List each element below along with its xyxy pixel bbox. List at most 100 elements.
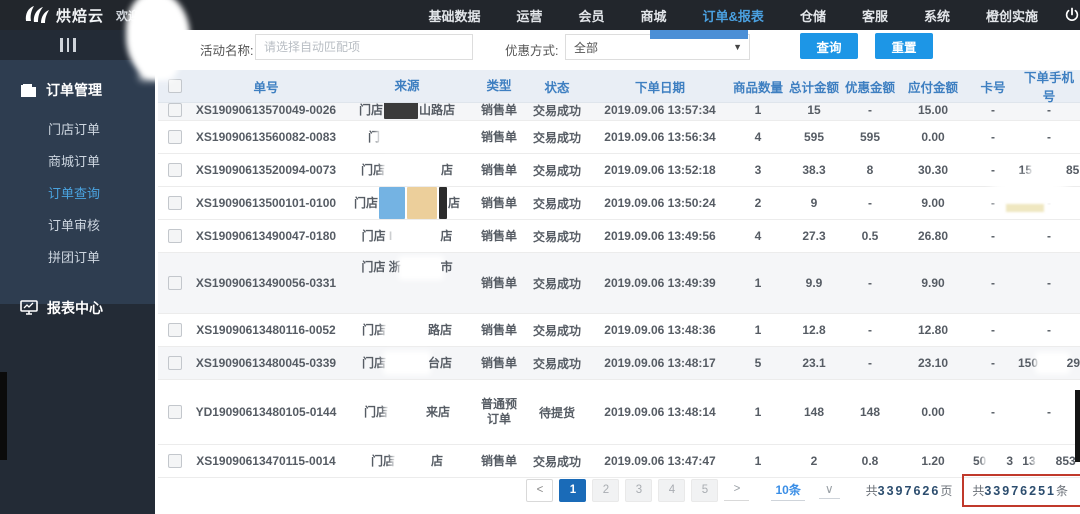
table-row[interactable]: XS19090613520094-0073 门店店 销售单 交易成功 2019.… — [158, 154, 1080, 187]
cell-source: 门店 I店 — [361, 228, 453, 244]
redaction-blob-username-lower — [140, 40, 174, 80]
select-all-checkbox[interactable] — [168, 79, 182, 93]
cell-status: 交易成功 — [532, 130, 581, 145]
redaction-block — [381, 129, 445, 145]
page-size-caret-icon[interactable]: ∨ — [818, 482, 840, 499]
cell-quantity: 1 — [754, 276, 762, 290]
reset-button[interactable]: 重置 — [875, 33, 933, 59]
sidebar: 订单管理 门店订单 商城订单 订单查询 订单审核 拼团订单 报表中心 — [0, 30, 155, 514]
table-row[interactable]: XS19090613570049-0026 门店 山路店 销售单 交易成功 201… — [158, 103, 1080, 121]
page-number-button[interactable]: 4 — [658, 478, 686, 502]
sidebar-section-report-center[interactable]: 报表中心 — [0, 288, 155, 328]
sidebar-item[interactable]: 商城订单 — [0, 146, 155, 178]
topnav-item[interactable]: 客服 — [862, 6, 888, 25]
topnav-item[interactable]: 会员 — [579, 6, 605, 25]
row-checkbox[interactable] — [168, 454, 182, 468]
select-caret-icon: ▼ — [733, 42, 742, 52]
cell-payable-amount: 26.80 — [917, 229, 949, 243]
cell-type: 销售单 — [480, 322, 517, 337]
cell-phone: - — [1047, 103, 1051, 117]
table-header-row: 单号 来源 类型 状态 下单日期 商品数量 总计金额 优惠金额 应付金额 卡号 下单手机号 — [158, 70, 1080, 104]
cell-card-no: - — [991, 323, 995, 337]
table-row[interactable]: XS19090613480045-0339 门店 台店 销售单 交易成功 201… — [158, 347, 1080, 380]
activity-name-input[interactable] — [255, 34, 473, 60]
redaction-smudge — [1006, 204, 1044, 212]
cell-card-no: - — [991, 356, 995, 370]
cell-source: 门店 浙市 — [361, 260, 453, 276]
page-number-button[interactable]: 3 — [625, 478, 653, 502]
row-checkbox[interactable] — [168, 356, 182, 370]
cell-payable-amount: 30.30 — [917, 163, 949, 177]
cell-source: 门店 台店 — [361, 355, 453, 371]
row-checkbox[interactable] — [168, 323, 182, 337]
table-row[interactable]: YD19090613480105-0144 门店 来店 普通预订单 待提货 20… — [158, 380, 1080, 445]
row-checkbox[interactable] — [168, 103, 182, 117]
row-checkbox[interactable] — [168, 130, 182, 144]
sidebar-section-order-management[interactable]: 订单管理 — [0, 60, 155, 106]
cell-discount-amount: 148 — [859, 405, 881, 419]
logout-power-icon[interactable] — [1064, 7, 1080, 23]
cell-phone: - — [1047, 323, 1051, 337]
redaction-bar-left — [0, 372, 7, 460]
cell-order-no: XS19090613480045-0339 — [195, 356, 337, 370]
topnav-item[interactable]: 仓储 — [800, 6, 826, 25]
cell-order-no: XS19090613480116-0052 — [196, 323, 336, 337]
cell-payable-amount: 12.80 — [917, 323, 949, 337]
cell-status: 交易成功 — [532, 103, 581, 118]
cell-payable-amount: 15.00 — [917, 103, 949, 117]
page-buttons: <1 2 3 4 5 > — [526, 478, 750, 502]
total-items-annotated: 共33976251条 — [962, 473, 1080, 507]
row-checkbox[interactable] — [168, 229, 182, 243]
query-button[interactable]: 查询 — [800, 33, 858, 59]
row-checkbox[interactable] — [168, 196, 182, 210]
row-checkbox[interactable] — [168, 276, 182, 290]
cell-phone: 150 29 — [1018, 356, 1080, 370]
page-number-button[interactable]: 2 — [592, 478, 620, 502]
sidebar-item[interactable]: 拼团订单 — [0, 242, 155, 274]
prev-page-button[interactable]: < — [526, 478, 554, 502]
brand-name: 烘焙云 — [56, 7, 105, 25]
next-page-button[interactable]: > — [724, 479, 750, 501]
topnav-item[interactable]: 基础数据 — [428, 6, 480, 25]
row-checkbox[interactable] — [168, 163, 182, 177]
table-row[interactable]: XS19090613500101-0100 门店店 销售单 交易成功 2019.… — [158, 187, 1080, 220]
table-row[interactable]: XS19090613490056-0331 门店 浙市 销售单 交易成功 201… — [158, 253, 1080, 314]
table-row[interactable]: XS19090613490047-0180 门店 I店 销售单 交易成功 201… — [158, 220, 1080, 253]
cell-quantity: 1 — [754, 103, 762, 117]
pagination-bar: <1 2 3 4 5 > 10条 ∨ 共3397626页 共33976251条 — [155, 470, 1080, 510]
cell-status: 交易成功 — [532, 163, 581, 178]
cell-discount-amount: 8 — [866, 163, 874, 177]
page-number-button[interactable]: 5 — [691, 478, 719, 502]
topnav-item[interactable]: 商城 — [641, 6, 667, 25]
scrollbar-thumb[interactable] — [1075, 390, 1080, 462]
cell-quantity: 4 — [754, 229, 762, 243]
table-row[interactable]: XS19090613560082-0083 门 销售单 交易成功 2019.09… — [158, 121, 1080, 154]
cell-discount-amount: 0.5 — [861, 229, 879, 243]
page-size-dropdown[interactable]: 10条 — [771, 479, 805, 501]
redaction-block — [439, 187, 447, 219]
topnav-item[interactable]: 橙创实施 — [986, 6, 1038, 25]
column-header: 状态 — [544, 80, 570, 95]
row-checkbox[interactable] — [168, 405, 182, 419]
sidebar-item[interactable]: 订单查询 — [0, 178, 155, 210]
redaction-block — [987, 454, 1006, 468]
cell-order-date: 2019.09.06 13:57:34 — [604, 103, 716, 117]
topnav-item[interactable]: 系统 — [924, 6, 950, 25]
redaction-block — [386, 162, 440, 178]
cell-phone: - — [1047, 229, 1051, 243]
sidebar-item[interactable]: 门店订单 — [0, 114, 155, 146]
topnav-item[interactable]: 运营 — [517, 6, 543, 25]
cell-discount-amount: - — [868, 323, 872, 337]
table-row[interactable]: XS19090613480116-0052 门店 路店 销售单 交易成功 201… — [158, 314, 1080, 347]
cell-order-no: XS19090613560082-0083 — [195, 130, 337, 144]
cell-order-no: XS19090613500101-0100 — [195, 196, 337, 210]
sidebar-item[interactable]: 订单审核 — [0, 210, 155, 242]
page-number-button[interactable]: 1 — [559, 478, 587, 502]
cell-total-amount: 27.3 — [802, 229, 826, 243]
column-header: 下单日期 — [634, 80, 685, 95]
cell-source: 门店店 — [360, 162, 454, 178]
cell-phone: - — [1047, 276, 1051, 290]
cell-source: 门 — [340, 121, 474, 153]
column-header: 来源 — [394, 78, 420, 93]
topnav-item[interactable]: 订单&报表 — [703, 6, 764, 25]
